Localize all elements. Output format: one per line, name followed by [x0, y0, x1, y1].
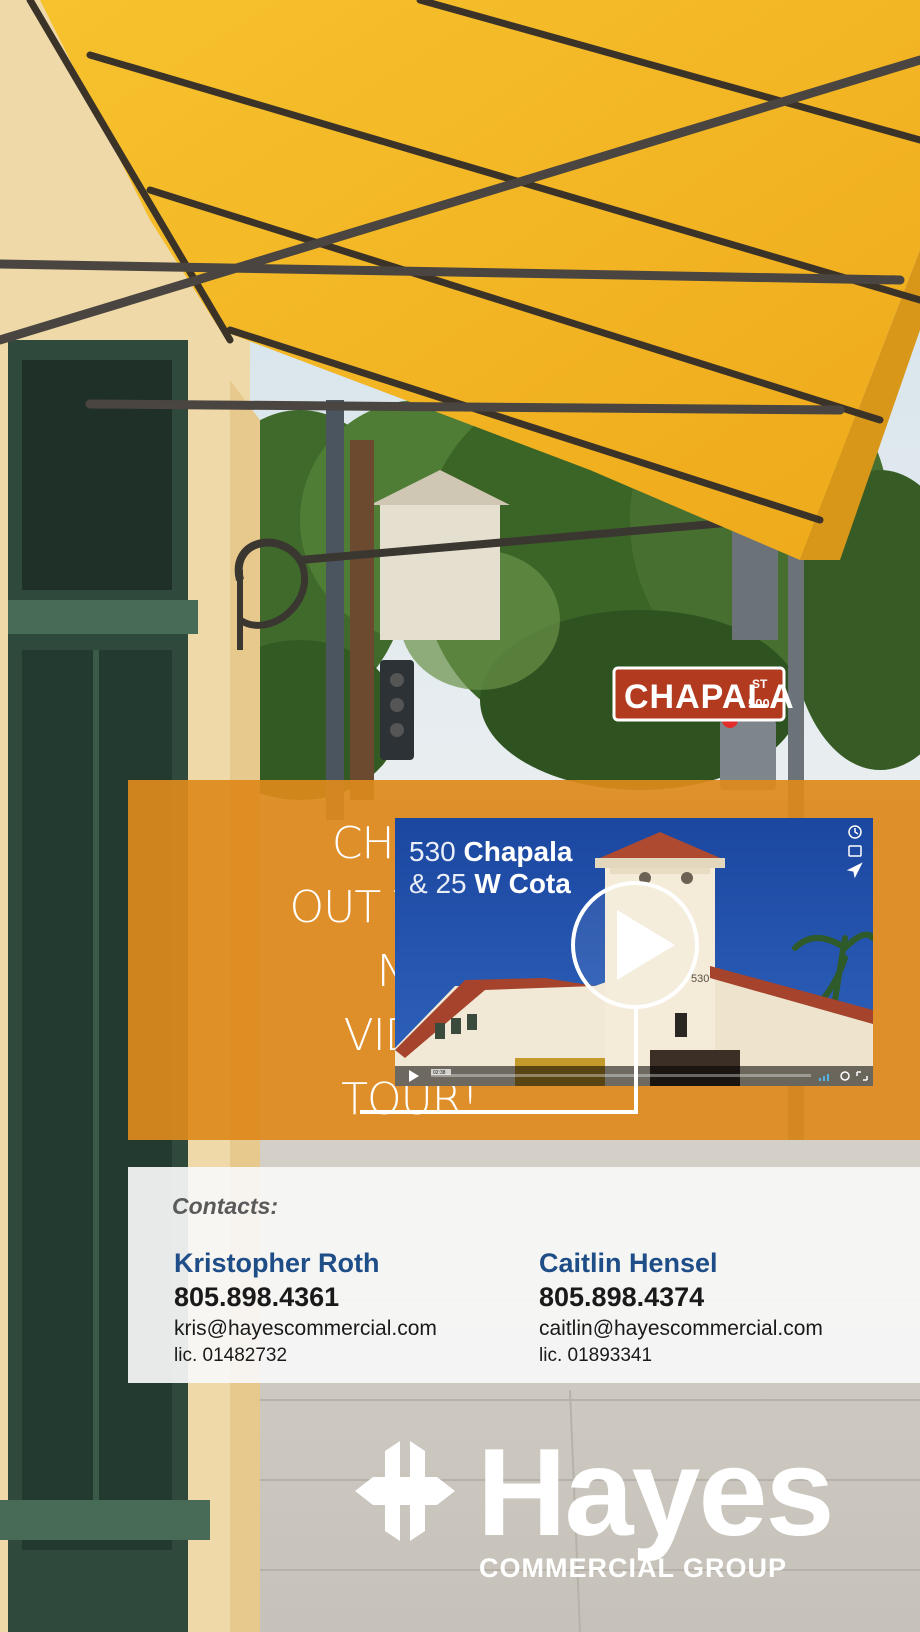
contact-phone[interactable]: 805.898.4361 [174, 1279, 437, 1315]
street-sign-suffix: ST [752, 677, 768, 691]
play-button[interactable] [395, 818, 873, 1086]
contact-phone[interactable]: 805.898.4374 [539, 1279, 823, 1315]
logo-wordmark: Hayes [477, 1424, 834, 1562]
contact-name: Caitlin Hensel [539, 1248, 718, 1278]
hayes-commercial-group-logo: Hayes COMMERCIAL GROUP [355, 1424, 875, 1595]
contact-card-kristopher-roth: Kristopher Roth 805.898.4361 kris@hayesc… [174, 1247, 437, 1369]
hayes-h-mark-icon [355, 1441, 455, 1541]
contact-name: Kristopher Roth [174, 1248, 380, 1278]
contacts-panel: Contacts: Kristopher Roth 805.898.4361 k… [128, 1167, 920, 1383]
video-player-thumbnail[interactable]: 530 02:38 530 Chapala & 25 W Cota [395, 818, 873, 1086]
video-tour-banner: CHECK OUT THE NEW VIDEO TOUR! [128, 780, 920, 1140]
contact-email[interactable]: caitlin@hayescommercial.com [539, 1315, 823, 1343]
street-sign: CHAPALA ST 500 [612, 666, 794, 722]
contact-license: lic. 01482732 [174, 1345, 288, 1366]
street-sign-block: 500 [748, 696, 770, 711]
contacts-label: Contacts: [172, 1193, 279, 1219]
logo-subtitle: COMMERCIAL GROUP [479, 1553, 788, 1583]
contact-email[interactable]: kris@hayescommercial.com [174, 1315, 437, 1343]
contact-card-caitlin-hensel: Caitlin Hensel 805.898.4374 caitlin@haye… [539, 1247, 823, 1369]
contact-license: lic. 01893341 [539, 1345, 653, 1366]
